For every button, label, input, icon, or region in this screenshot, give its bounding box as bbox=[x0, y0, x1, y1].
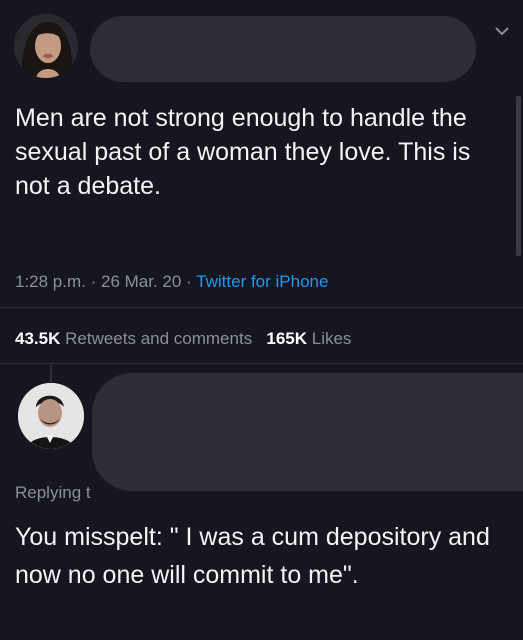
redacted-reply-header bbox=[92, 373, 523, 491]
reply-avatar-image bbox=[18, 383, 84, 449]
tweet-time: 1:28 p.m. bbox=[15, 272, 86, 291]
author-avatar[interactable] bbox=[14, 14, 78, 78]
likes-count: 165K bbox=[266, 329, 308, 348]
meta-separator: · bbox=[186, 272, 192, 291]
retweets-stat[interactable]: 43.5K Retweets and comments bbox=[15, 329, 252, 348]
divider bbox=[0, 363, 523, 364]
divider bbox=[0, 307, 523, 308]
tweet-date: 26 Mar. 20 bbox=[101, 272, 182, 291]
chevron-down-icon[interactable] bbox=[494, 24, 510, 36]
replying-to: Replying t bbox=[15, 483, 91, 502]
meta-separator: · bbox=[90, 272, 97, 291]
thread-line bbox=[50, 363, 52, 383]
retweets-label: Retweets and comments bbox=[65, 329, 253, 348]
tweet-source-link[interactable]: Twitter for iPhone bbox=[196, 272, 328, 291]
scrollbar[interactable] bbox=[516, 96, 521, 256]
author-avatar-image bbox=[14, 14, 78, 78]
tweet-text: Men are not strong enough to handle the … bbox=[15, 104, 471, 200]
reply-author-avatar[interactable] bbox=[18, 383, 84, 449]
redacted-username bbox=[90, 16, 476, 82]
tweet-meta: 1:28 p.m. · 26 Mar. 20 · Twitter for iPh… bbox=[15, 272, 328, 292]
reply-text: You misspelt: " I was a cum depository a… bbox=[15, 523, 490, 589]
likes-label: Likes bbox=[311, 329, 352, 348]
tweet-stats: 43.5K Retweets and comments 165K Likes bbox=[15, 329, 351, 349]
retweets-count: 43.5K bbox=[15, 329, 61, 348]
likes-stat[interactable]: 165K Likes bbox=[266, 329, 351, 348]
